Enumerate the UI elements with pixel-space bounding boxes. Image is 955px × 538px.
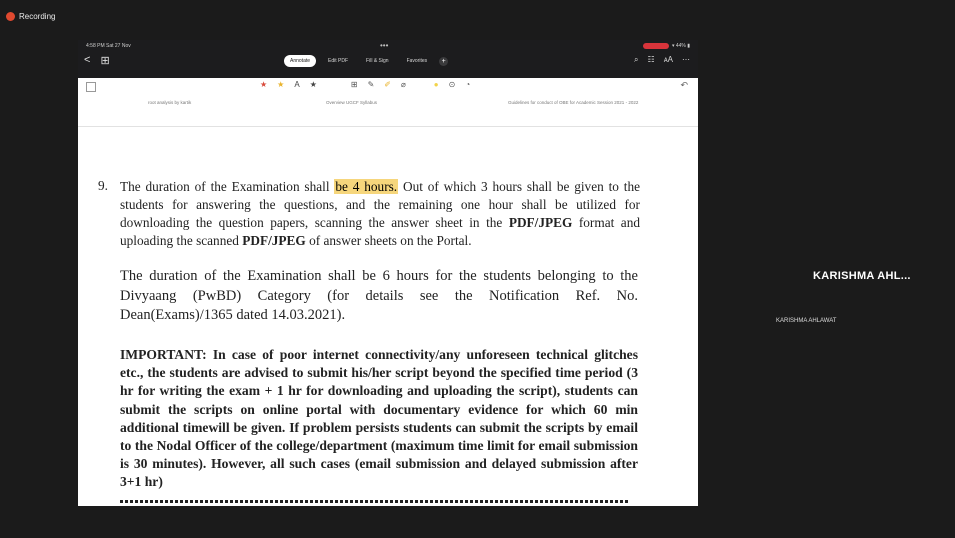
p1-before: The duration of the Examination shall <box>120 179 335 194</box>
screen-record-pill <box>642 43 669 49</box>
timer-icon[interactable]: ◔ <box>465 80 470 89</box>
nav-buttons: < ⊞ <box>84 54 110 67</box>
doc-tab-1[interactable]: root analysis by kartik <box>148 100 191 105</box>
participant-name-large: KARISHMA AHL... <box>813 270 911 282</box>
tab-fill-sign[interactable]: Fill & Sign <box>360 55 395 67</box>
doc-tab-2[interactable]: Overview UGCF Syllabus <box>326 100 377 105</box>
recording-indicator: Recording <box>6 12 55 21</box>
add-tab-button[interactable]: + <box>439 56 449 66</box>
color-dot-icon[interactable]: ● <box>434 80 439 89</box>
highlighted-text: be 4 hours. <box>334 179 399 194</box>
paragraph-important: IMPORTANT: In case of poor internet conn… <box>120 347 638 490</box>
status-right: ▾ 44% ▮ <box>642 43 690 49</box>
undo-icon[interactable]: ↶ <box>680 80 688 91</box>
p1-bold2: PDF/JPEG <box>242 233 306 248</box>
select-icon[interactable] <box>86 82 96 92</box>
paragraph-duration: The duration of the Examination shall be… <box>120 178 640 250</box>
search-icon[interactable]: ⌕ <box>634 55 638 65</box>
star-dark-icon[interactable]: ★ <box>310 80 317 89</box>
shapes-icon[interactable]: ⊞ <box>351 80 358 89</box>
item-number: 9. <box>98 178 108 193</box>
tab-favorites[interactable]: Favorites <box>401 55 434 67</box>
annotation-toolbar: ★ ★ A ★ ⊞ ✎ ✐ ⌀ ● ⊙ ◔ ↶ <box>78 78 698 99</box>
highlighter-icon[interactable]: ✐ <box>384 80 391 89</box>
multitask-dots[interactable]: ••• <box>380 41 388 50</box>
text-tool-icon[interactable]: A <box>294 80 299 89</box>
back-button[interactable]: < <box>84 54 90 67</box>
pdf-page: 9. The duration of the Examination shall… <box>78 126 698 506</box>
document-tabs: root analysis by kartik Overview UGCF Sy… <box>78 98 698 112</box>
annotation-tools: ★ ★ A ★ ⊞ ✎ ✐ ⌀ ● ⊙ ◔ <box>260 80 470 89</box>
paragraph-pwbd: The duration of the Examination shall be… <box>120 268 638 323</box>
tab-edit-pdf[interactable]: Edit PDF <box>322 55 354 67</box>
grid-icon[interactable]: ⊞ <box>100 54 109 67</box>
app-toolbar: 4:58 PM Sat 27 Nov ••• ▾ 44% ▮ < ⊞ Annot… <box>78 40 698 78</box>
p1-end: of answer sheets on the Portal. <box>305 233 472 248</box>
right-tools: ⌕ ☷ ᴀA ⋯ <box>634 55 690 65</box>
participant-name-small: KARISHMA AHLAWAT <box>776 318 837 324</box>
record-icon <box>6 12 15 21</box>
more-icon[interactable]: ⋯ <box>682 55 690 65</box>
p1-bold1: PDF/JPEG <box>508 215 573 230</box>
pen-icon[interactable]: ✎ <box>368 80 375 89</box>
lasso-icon[interactable]: ⊙ <box>449 80 456 89</box>
doc-tab-3[interactable]: Guidelines for conduct of OBE for Academ… <box>508 100 638 105</box>
shared-screen: 4:58 PM Sat 27 Nov ••• ▾ 44% ▮ < ⊞ Annot… <box>78 40 698 506</box>
eraser-icon[interactable]: ⌀ <box>401 80 406 89</box>
status-time: 4:58 PM Sat 27 Nov <box>86 43 131 49</box>
mode-tabs: Annotate Edit PDF Fill & Sign Favorites … <box>284 55 449 67</box>
reader-icon[interactable]: ☷ <box>648 55 655 65</box>
tab-annotate[interactable]: Annotate <box>284 55 317 67</box>
recording-label: Recording <box>19 12 56 21</box>
star-red-icon[interactable]: ★ <box>260 80 267 89</box>
text-size-icon[interactable]: ᴀA <box>664 55 673 65</box>
star-yellow-icon[interactable]: ★ <box>277 80 284 89</box>
battery-indicator: ▾ 44% ▮ <box>671 43 690 49</box>
cropped-text-line <box>120 500 630 504</box>
